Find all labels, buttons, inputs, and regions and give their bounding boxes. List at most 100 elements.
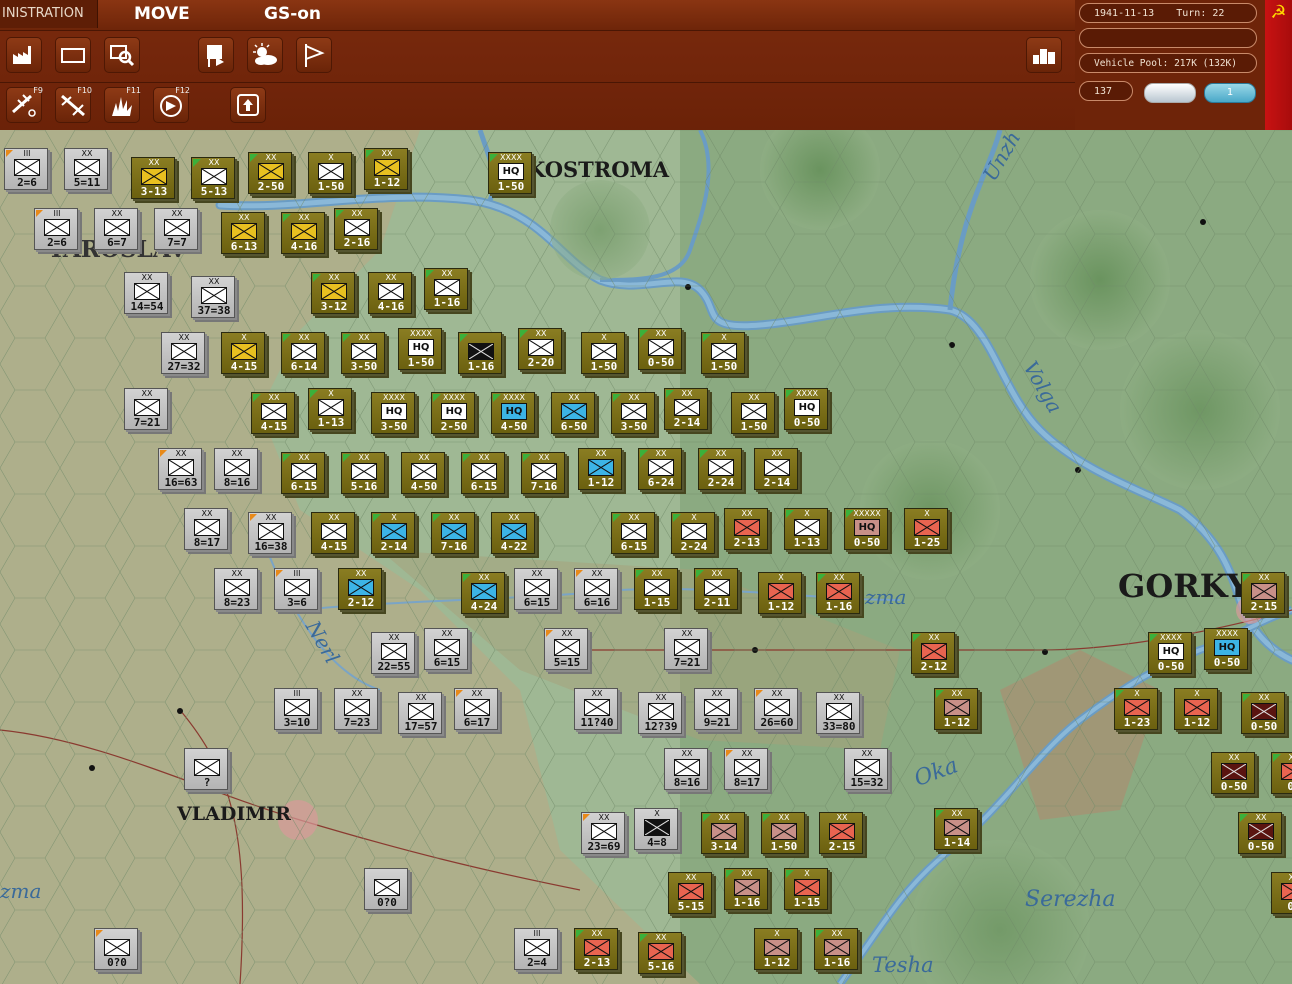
unit-counter[interactable]: XX 6=15	[514, 568, 558, 610]
unit-counter[interactable]: XX 2-20	[518, 328, 562, 370]
unit-counter[interactable]: XX 5-16	[638, 932, 682, 974]
unit-counter[interactable]: X 1-50	[308, 152, 352, 194]
unit-counter[interactable]: XX 8=16	[214, 448, 258, 490]
unit-counter[interactable]: XX 2-13	[724, 508, 768, 550]
unit-counter[interactable]: XX 5=15	[544, 628, 588, 670]
unit-counter[interactable]: XX 1-14	[934, 808, 978, 850]
unit-counter[interactable]: ?	[184, 748, 228, 790]
unit-counter[interactable]: XXXX HQ 0-50	[1204, 628, 1248, 670]
unit-counter[interactable]: XX 1-16	[816, 572, 860, 614]
unit-counter[interactable]: XX 7=21	[124, 388, 168, 430]
air-badge[interactable]: 1	[1204, 83, 1256, 103]
unit-counter[interactable]: XX 5=11	[64, 148, 108, 190]
unit-counter[interactable]: XX 23=69	[581, 812, 625, 854]
unit-counter[interactable]: XX 4-50	[401, 452, 445, 494]
unit-counter[interactable]: III 3=6	[274, 568, 318, 610]
unit-counter[interactable]: XXXXX HQ 0-50	[844, 508, 888, 550]
unit-counter[interactable]: III 2=6	[4, 148, 48, 190]
unit-counter[interactable]: XX 8=16	[664, 748, 708, 790]
map-mode-button[interactable]	[55, 37, 91, 73]
unit-counter[interactable]: XX 15=32	[844, 748, 888, 790]
unit-counter[interactable]: X 1-12	[754, 928, 798, 970]
unit-counter[interactable]: X 1-23	[1114, 688, 1158, 730]
tab-administration[interactable]: INISTRATION	[0, 0, 98, 28]
unit-counter[interactable]: XX 4-24	[461, 572, 505, 614]
unit-counter[interactable]: 0?0	[364, 868, 408, 910]
unit-counter[interactable]: XXXX HQ 1-50	[398, 328, 442, 370]
unit-counter[interactable]: XX 16=63	[158, 448, 202, 490]
unit-counter[interactable]: XX 1-12	[578, 448, 622, 490]
unit-counter[interactable]: XXXX HQ 0-50	[1148, 632, 1192, 674]
unit-counter[interactable]: XX 6=15	[424, 628, 468, 670]
unit-counter[interactable]: XX 0-50	[1241, 692, 1285, 734]
unit-counter[interactable]: XX 6-15	[611, 512, 655, 554]
unit-counter[interactable]: XX 0-	[1271, 752, 1292, 794]
unit-counter[interactable]: XX 4-22	[491, 512, 535, 554]
unit-counter[interactable]: XX 3-50	[341, 332, 385, 374]
unit-counter[interactable]: XX 6-50	[551, 392, 595, 434]
unit-counter[interactable]: XX 17=57	[398, 692, 442, 734]
victory-flag-button[interactable]	[296, 37, 332, 73]
unit-counter[interactable]: XX 4-16	[368, 272, 412, 314]
unit-counter[interactable]: XX 6=17	[454, 688, 498, 730]
unit-counter[interactable]: XX 0-	[1271, 872, 1292, 914]
unit-counter[interactable]: XX 1-16	[724, 868, 768, 910]
tab-gs-on[interactable]: GS-on	[264, 0, 321, 28]
unit-counter[interactable]: XX 9=21	[694, 688, 738, 730]
unit-counter[interactable]: X 1-50	[701, 332, 745, 374]
unit-counter[interactable]: XX 4-16	[281, 212, 325, 254]
unit-counter[interactable]: XX 26=60	[754, 688, 798, 730]
unit-counter[interactable]: XX 1-12	[364, 148, 408, 190]
unit-counter[interactable]: X 4-15	[221, 332, 265, 374]
unit-counter[interactable]: XX 2-11	[694, 568, 738, 610]
unit-counter[interactable]: XX 3-12	[311, 272, 355, 314]
unit-counter[interactable]: XX 7=7	[154, 208, 198, 250]
unit-counter[interactable]: XX 4-15	[311, 512, 355, 554]
unit-counter[interactable]: XX 2-14	[664, 388, 708, 430]
tab-move[interactable]: MOVE	[134, 0, 190, 28]
snow-weather-icon[interactable]	[1144, 83, 1196, 103]
unit-counter[interactable]: XX 6-24	[638, 448, 682, 490]
unit-counter[interactable]: III 2=6	[34, 208, 78, 250]
unit-counter[interactable]: XX 1-50	[731, 392, 775, 434]
unit-counter[interactable]: XX 16=38	[248, 512, 292, 554]
unit-counter[interactable]: XX 22=55	[371, 632, 415, 674]
unit-counter[interactable]: XX 1-16	[424, 268, 468, 310]
unit-counter[interactable]: XX 2-15	[1241, 572, 1285, 614]
unit-counter[interactable]: XX 7-16	[521, 452, 565, 494]
unit-counter[interactable]: XX 0-50	[1238, 812, 1282, 854]
unit-counter[interactable]: XX 2-16	[334, 208, 378, 250]
unit-counter[interactable]: XX 6-15	[281, 452, 325, 494]
unit-counter[interactable]: XX 33=80	[816, 692, 860, 734]
unit-counter[interactable]: XX 3-14	[701, 812, 745, 854]
unit-counter[interactable]: X 1-25	[904, 508, 948, 550]
reports-button[interactable]	[1026, 37, 1062, 73]
unit-counter[interactable]: X 1-50	[581, 332, 625, 374]
unit-counter[interactable]: X 1-12	[1174, 688, 1218, 730]
unit-counter[interactable]: XX 2-13	[574, 928, 618, 970]
unit-counter[interactable]: XX 1-16	[814, 928, 858, 970]
unit-counter[interactable]: XXXX HQ 4-50	[491, 392, 535, 434]
unit-counter[interactable]: X 1-15	[784, 868, 828, 910]
unit-counter[interactable]: XX 0-50	[638, 328, 682, 370]
unit-counter[interactable]: XX 3-50	[611, 392, 655, 434]
unit-counter[interactable]: XXXX HQ 0-50	[784, 388, 828, 430]
unit-counter[interactable]: XX 5-15	[668, 872, 712, 914]
unit-counter[interactable]: 0?0	[94, 928, 138, 970]
unit-counter[interactable]: XX 4-15	[251, 392, 295, 434]
unit-counter[interactable]: XX 27=32	[161, 332, 205, 374]
unit-counter[interactable]: XX 7-16	[431, 512, 475, 554]
unit-counter[interactable]: 1-16	[458, 332, 502, 374]
unit-counter[interactable]: XX 8=23	[214, 568, 258, 610]
weather-button[interactable]	[247, 37, 283, 73]
unit-counter[interactable]: XX 0-50	[1211, 752, 1255, 794]
air-transfer-button[interactable]: F12	[153, 86, 190, 123]
hq-flag-button[interactable]	[198, 37, 234, 73]
unit-counter[interactable]: X 1-13	[784, 508, 828, 550]
unit-counter[interactable]: XX 2-15	[819, 812, 863, 854]
unit-counter[interactable]: XX 11?40	[574, 688, 618, 730]
air-interdiction-button[interactable]: F10	[55, 86, 92, 123]
search-unit-button[interactable]	[104, 37, 140, 73]
unit-counter[interactable]: XX 5-13	[191, 157, 235, 199]
unit-counter[interactable]: XX 2-24	[698, 448, 742, 490]
